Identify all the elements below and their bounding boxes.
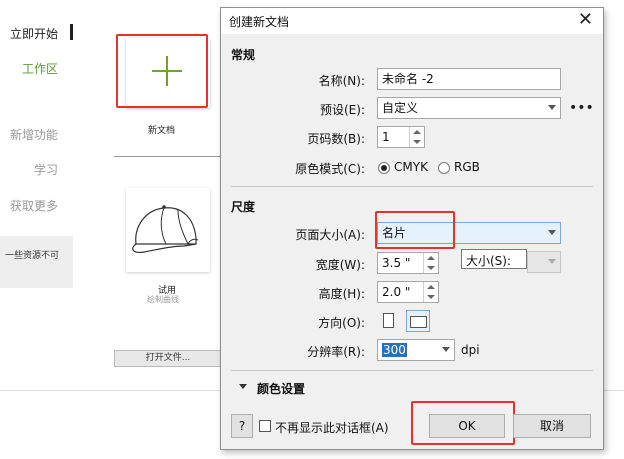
pages-value: 1 xyxy=(382,130,390,144)
general-section-heading: 常规 xyxy=(231,48,256,62)
resolution-value: 300 xyxy=(382,343,407,357)
height-label: 高度(H): xyxy=(318,287,365,301)
chevron-down-icon[interactable] xyxy=(239,384,247,389)
chevron-down-icon xyxy=(544,223,560,243)
spin-buttons[interactable] xyxy=(423,282,438,302)
chevron-down-icon xyxy=(544,252,560,272)
spin-buttons[interactable] xyxy=(409,127,424,147)
nav-item-whats-new[interactable]: 新增功能 xyxy=(10,126,58,143)
page-size-label: 页面大小(A): xyxy=(295,228,365,242)
color-settings-toggle[interactable]: 颜色设置 xyxy=(257,380,305,397)
cap-icon xyxy=(132,205,199,253)
app-root: 立即开始 工作区 新增功能 学习 获取更多 一些资源不可 新文档 试用 绘制曲线… xyxy=(0,0,624,459)
rgb-label: RGB xyxy=(454,160,480,174)
nav-active-indicator xyxy=(70,24,73,40)
chevron-down-icon xyxy=(544,98,560,118)
size-dropdown-disabled xyxy=(527,251,561,273)
nav-item-workspace[interactable]: 工作区 xyxy=(22,60,58,77)
cancel-button[interactable]: 取消 xyxy=(513,414,591,438)
preset-label: 预设(E): xyxy=(320,103,365,117)
cmyk-radio[interactable] xyxy=(378,162,390,174)
resources-note: 一些资源不可 xyxy=(0,236,73,288)
dialog-title: 创建新文档 xyxy=(229,15,290,29)
template-tile[interactable] xyxy=(126,188,210,272)
nav-item-get-more[interactable]: 获取更多 xyxy=(10,197,58,214)
rgb-radio[interactable] xyxy=(438,162,450,174)
height-input[interactable]: 2.0 " xyxy=(377,281,439,303)
pages-stepper[interactable]: 1 xyxy=(377,126,425,148)
nav-item-learn[interactable]: 学习 xyxy=(34,161,58,178)
orientation-label: 方向(O): xyxy=(318,316,365,330)
resolution-label: 分辨率(R): xyxy=(307,345,365,359)
dont-show-checkbox[interactable] xyxy=(259,420,271,432)
dimensions-section-heading: 尺度 xyxy=(231,200,256,214)
width-label: 宽度(W): xyxy=(315,258,365,272)
size-tooltip: 大小(S): xyxy=(461,249,527,269)
cmyk-label: CMYK xyxy=(394,160,428,174)
name-label: 名称(N): xyxy=(318,74,365,88)
new-document-label: 新文档 xyxy=(148,126,176,136)
dont-show-label: 不再显示此对话框(A) xyxy=(275,421,389,435)
create-document-dialog: 创建新文档 ✕ 常规 名称(N): 未命名 -2 预设(E): 自定义 ••• … xyxy=(220,7,604,450)
height-value: 2.0 " xyxy=(382,285,411,299)
landscape-icon[interactable] xyxy=(410,316,427,328)
close-icon[interactable]: ✕ xyxy=(578,10,593,30)
pages-label: 页码数(B): xyxy=(307,132,365,146)
divider xyxy=(114,156,224,157)
resolution-unit: dpi xyxy=(461,343,480,357)
color-mode-label: 原色模式(C): xyxy=(295,162,365,176)
highlight-new-document xyxy=(116,34,208,108)
width-input[interactable]: 3.5 " xyxy=(377,252,439,274)
width-value: 3.5 " xyxy=(382,256,411,270)
name-input[interactable]: 未命名 -2 xyxy=(377,68,561,90)
highlight-ok xyxy=(411,401,515,445)
nav-item-get-started[interactable]: 立即开始 xyxy=(10,25,58,42)
highlight-page-size xyxy=(375,211,455,249)
more-options-icon[interactable]: ••• xyxy=(569,100,594,116)
help-button[interactable]: ? xyxy=(231,414,253,438)
section-divider xyxy=(231,186,593,187)
section-divider xyxy=(231,370,593,371)
template-subtitle: 绘制曲线 xyxy=(147,295,179,304)
resolution-dropdown[interactable]: 300 xyxy=(377,339,455,361)
preset-value: 自定义 xyxy=(382,101,419,115)
dialog-titlebar[interactable]: 创建新文档 ✕ xyxy=(221,8,603,34)
open-file-button[interactable]: 打开文件... xyxy=(114,350,222,367)
spin-buttons[interactable] xyxy=(423,253,438,273)
portrait-icon[interactable] xyxy=(383,313,394,328)
chevron-down-icon xyxy=(438,340,454,360)
preset-dropdown[interactable]: 自定义 xyxy=(377,97,561,119)
